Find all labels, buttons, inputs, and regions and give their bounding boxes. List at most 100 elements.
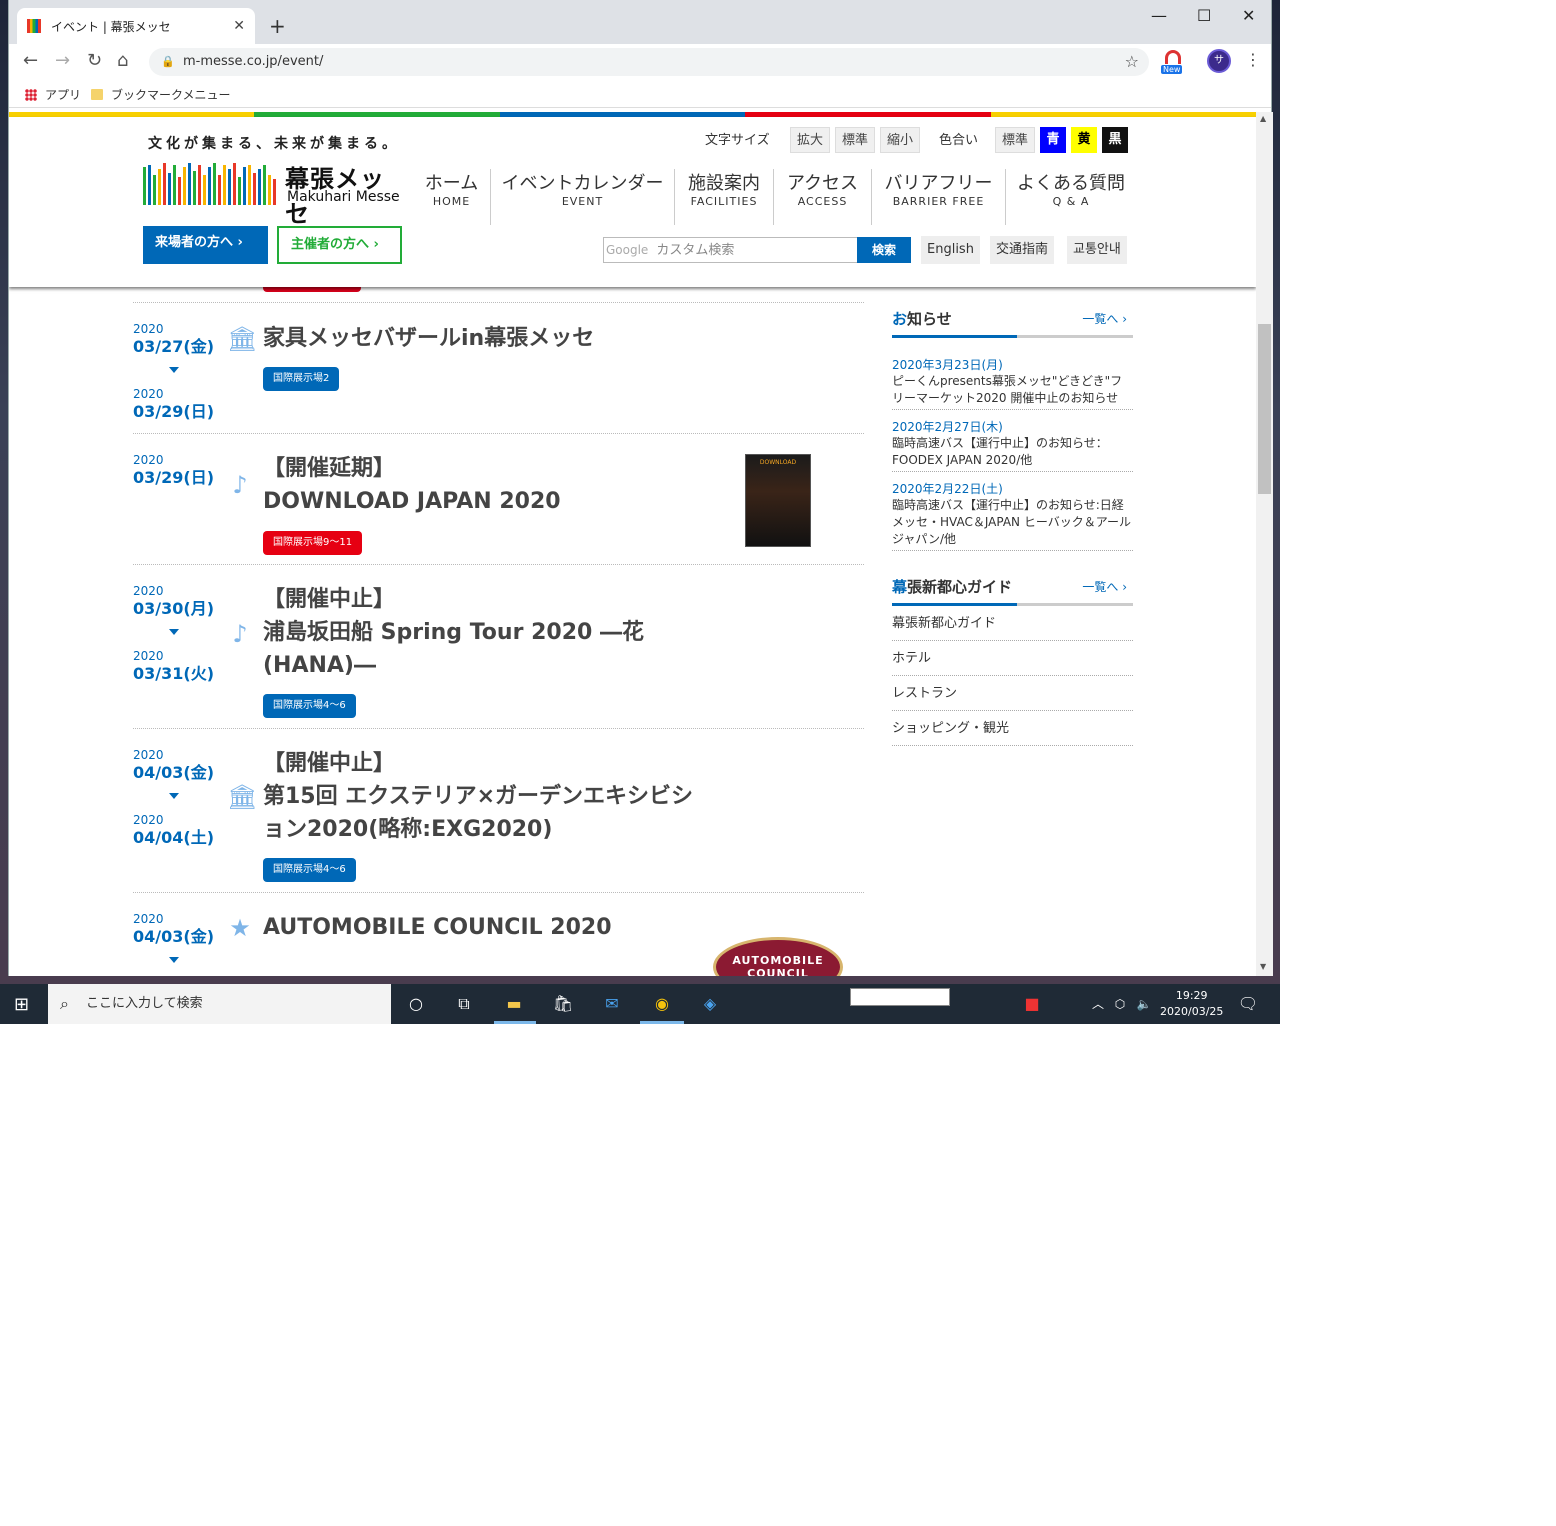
font-size-large-button[interactable]: 拡大 bbox=[790, 127, 831, 153]
tab-close-icon[interactable]: ✕ bbox=[233, 18, 245, 34]
event-end-date: 03/31(火) bbox=[133, 664, 215, 683]
venue-badge[interactable]: 国際展示場2 bbox=[263, 367, 340, 391]
address-bar[interactable]: 🔒 m-messe.co.jp/event/ ☆ bbox=[149, 48, 1149, 76]
color-black-button[interactable]: 黒 bbox=[1102, 127, 1128, 153]
news-text[interactable]: 臨時高速バス【運行中止】のお知らせ:日経メッセ・HVAC＆JAPAN ヒーバック… bbox=[892, 497, 1133, 548]
tab-title: イベント | 幕張メッセ bbox=[51, 19, 171, 34]
browser-menu-icon[interactable]: ⋮ bbox=[1245, 50, 1261, 69]
guide-item[interactable]: レストラン bbox=[892, 676, 1133, 711]
nav-access[interactable]: アクセス ACCESS bbox=[774, 169, 872, 225]
event-title-line1[interactable]: 【開催延期】 bbox=[263, 452, 713, 485]
event-title[interactable]: AUTOMOBILE COUNCIL 2020 bbox=[263, 911, 713, 944]
scroll-up-icon[interactable]: ▲ bbox=[1260, 114, 1266, 123]
page-scrollbar[interactable]: ▲ ▼ bbox=[1256, 112, 1273, 976]
event-end-date: 03/29(日) bbox=[133, 402, 215, 421]
volume-icon[interactable]: 🔈 bbox=[1132, 992, 1156, 1016]
venue-badge[interactable]: 国際展示場4～6 bbox=[263, 858, 356, 882]
event-item[interactable]: 2020 04/03(金) 2020 04/04(土) 🏛 【開催中止】 第15… bbox=[133, 729, 864, 893]
store-icon[interactable]: 🛍 bbox=[551, 992, 575, 1016]
back-icon[interactable]: ← bbox=[23, 50, 38, 71]
bookmark-menu[interactable]: ブックマークメニュー bbox=[91, 86, 231, 103]
color-normal-button[interactable]: 標準 bbox=[995, 127, 1036, 153]
guide-item[interactable]: ショッピング・観光 bbox=[892, 711, 1133, 746]
search-input[interactable]: Google カスタム検索 bbox=[603, 237, 858, 263]
color-blue-button[interactable]: 青 bbox=[1040, 127, 1066, 153]
news-text[interactable]: ピーくんpresents幕張メッセ"どきどき"フリーマーケット2020 開催中止… bbox=[892, 373, 1133, 407]
search-button[interactable]: 検索 bbox=[857, 237, 911, 263]
guide-item[interactable]: 幕張新都心ガイド bbox=[892, 606, 1133, 641]
building-icon: 🏛 bbox=[227, 783, 258, 811]
event-title-line1[interactable]: 【開催中止】 bbox=[263, 583, 713, 616]
event-item[interactable]: 2020 03/29(日) ♪ 【開催延期】 DOWNLOAD JAPAN 20… bbox=[133, 434, 864, 565]
active-tab[interactable]: イベント | 幕張メッセ ✕ bbox=[17, 8, 255, 44]
heading-accent: 幕 bbox=[892, 578, 908, 596]
venue-badge[interactable]: 国際展示場9～11 bbox=[263, 531, 363, 555]
site-logo[interactable]: 幕張メッセ Makuhari Messe bbox=[143, 161, 405, 228]
event-title-line1[interactable]: 【開催中止】 bbox=[263, 747, 743, 780]
taskbar-search-input[interactable]: ⌕ ここに入力して検索 bbox=[48, 984, 391, 1024]
lang-korean-button[interactable]: 교통안내 bbox=[1067, 236, 1127, 264]
font-size-small-button[interactable]: 縮小 bbox=[880, 127, 921, 153]
organizer-button[interactable]: 主催者の方へ › bbox=[277, 226, 402, 264]
close-window-icon[interactable]: ✕ bbox=[1242, 6, 1255, 25]
tray-app-icon[interactable]: ■ bbox=[1020, 992, 1044, 1016]
event-poster-image[interactable]: DOWNLOAD bbox=[745, 454, 811, 547]
venue-badge[interactable]: 国際展示場4～6 bbox=[263, 694, 356, 718]
toolbar-dropdown[interactable] bbox=[850, 988, 950, 1006]
bookmark-star-icon[interactable]: ☆ bbox=[1125, 48, 1139, 76]
event-title-line2[interactable]: 第15回 エクステリア×ガーデンエキシビシ bbox=[263, 780, 743, 813]
windows-start-icon[interactable]: ⊞ bbox=[14, 994, 29, 1015]
event-title-line2[interactable]: 浦島坂田船 Spring Tour 2020 ―花 bbox=[263, 616, 713, 649]
nav-facilities[interactable]: 施設案内 FACILITIES bbox=[675, 169, 774, 225]
tray-expand-icon[interactable]: ︿ bbox=[1086, 992, 1110, 1016]
event-start-date: 03/30(月) bbox=[133, 599, 215, 618]
event-title-line3[interactable]: ョン2020(略称:EXG2020) bbox=[263, 813, 743, 846]
lang-chinese-button[interactable]: 交通指南 bbox=[990, 236, 1055, 264]
news-text[interactable]: 臨時高速バス【運行中止】のお知らせ：FOODEX JAPAN 2020/他 bbox=[892, 435, 1133, 469]
mail-icon[interactable]: ✉ bbox=[600, 992, 624, 1016]
event-item[interactable]: 2020 03/30(月) 2020 03/31(火) ♪ 【開催中止】 浦島坂… bbox=[133, 565, 864, 729]
forward-icon[interactable]: → bbox=[55, 50, 70, 71]
nav-sublabel: HOME bbox=[432, 195, 471, 208]
nav-qa[interactable]: よくある質問 Q & A bbox=[1006, 169, 1136, 225]
news-item[interactable]: 2020年2月27日(木) 臨時高速バス【運行中止】のお知らせ：FOODEX J… bbox=[892, 418, 1133, 472]
event-title-line2[interactable]: DOWNLOAD JAPAN 2020 bbox=[263, 485, 713, 518]
lang-english-button[interactable]: English bbox=[921, 236, 980, 264]
home-icon[interactable]: ⌂ bbox=[117, 50, 128, 71]
scroll-down-icon[interactable]: ▼ bbox=[1260, 962, 1266, 971]
color-yellow-button[interactable]: 黄 bbox=[1071, 127, 1097, 153]
scroll-thumb[interactable] bbox=[1258, 324, 1271, 494]
app-icon[interactable]: ◈ bbox=[698, 992, 722, 1016]
minimize-icon[interactable]: — bbox=[1151, 6, 1167, 25]
file-explorer-icon[interactable]: ▬ bbox=[502, 992, 526, 1016]
font-size-normal-button[interactable]: 標準 bbox=[835, 127, 876, 153]
new-tab-button[interactable]: + bbox=[269, 14, 286, 38]
event-item[interactable]: 2020 03/27(金) 2020 03/29(日) 🏛 家具メッセバザールi… bbox=[133, 303, 864, 434]
event-title-line3[interactable]: (HANA)― bbox=[263, 649, 713, 682]
extension-icon[interactable]: New bbox=[1161, 50, 1185, 74]
nav-event[interactable]: イベントカレンダー EVENT bbox=[491, 169, 675, 225]
news-item[interactable]: 2020年2月22日(土) 臨時高速バス【運行中止】のお知らせ:日経メッセ・HV… bbox=[892, 480, 1133, 551]
dropbox-icon[interactable]: ⬡ bbox=[1108, 992, 1132, 1016]
taskbar-clock[interactable]: 19:29 2020/03/25 bbox=[1160, 988, 1223, 1020]
event-title[interactable]: 家具メッセバザールin幕張メッセ bbox=[263, 322, 713, 355]
task-view-icon[interactable]: ⧉ bbox=[452, 992, 476, 1016]
cortana-icon[interactable]: ○ bbox=[404, 992, 428, 1016]
maximize-icon[interactable]: ☐ bbox=[1197, 6, 1211, 25]
guide-more-link[interactable]: 一覧へ › bbox=[1082, 578, 1127, 595]
guide-item[interactable]: ホテル bbox=[892, 641, 1133, 676]
event-item[interactable]: 2020 04/03(金) ★ AUTOMOBILE COUNCIL 2020 … bbox=[133, 893, 864, 976]
event-logo-image[interactable]: AUTOMOBILE COUNCIL bbox=[713, 937, 843, 976]
visitor-button[interactable]: 来場者の方へ › bbox=[143, 226, 268, 264]
event-start-date: 04/03(金) bbox=[133, 927, 215, 946]
desktop: イベント | 幕張メッセ ✕ + — ☐ ✕ ← → ↻ ⌂ 🔒 m-messe… bbox=[0, 0, 1280, 1024]
news-more-link[interactable]: 一覧へ › bbox=[1082, 310, 1127, 327]
reload-icon[interactable]: ↻ bbox=[87, 50, 102, 71]
profile-avatar[interactable]: サ bbox=[1207, 49, 1231, 73]
news-item[interactable]: 2020年3月23日(月) ピーくんpresents幕張メッセ"どきどき"フリー… bbox=[892, 356, 1133, 410]
notification-icon[interactable]: 🗨2 bbox=[1236, 992, 1260, 1016]
nav-home[interactable]: ホーム HOME bbox=[413, 169, 491, 225]
bookmark-apps[interactable]: アプリ bbox=[25, 86, 81, 103]
chrome-icon[interactable]: ◉ bbox=[650, 992, 674, 1016]
nav-barrier-free[interactable]: バリアフリー BARRIER FREE bbox=[872, 169, 1006, 225]
